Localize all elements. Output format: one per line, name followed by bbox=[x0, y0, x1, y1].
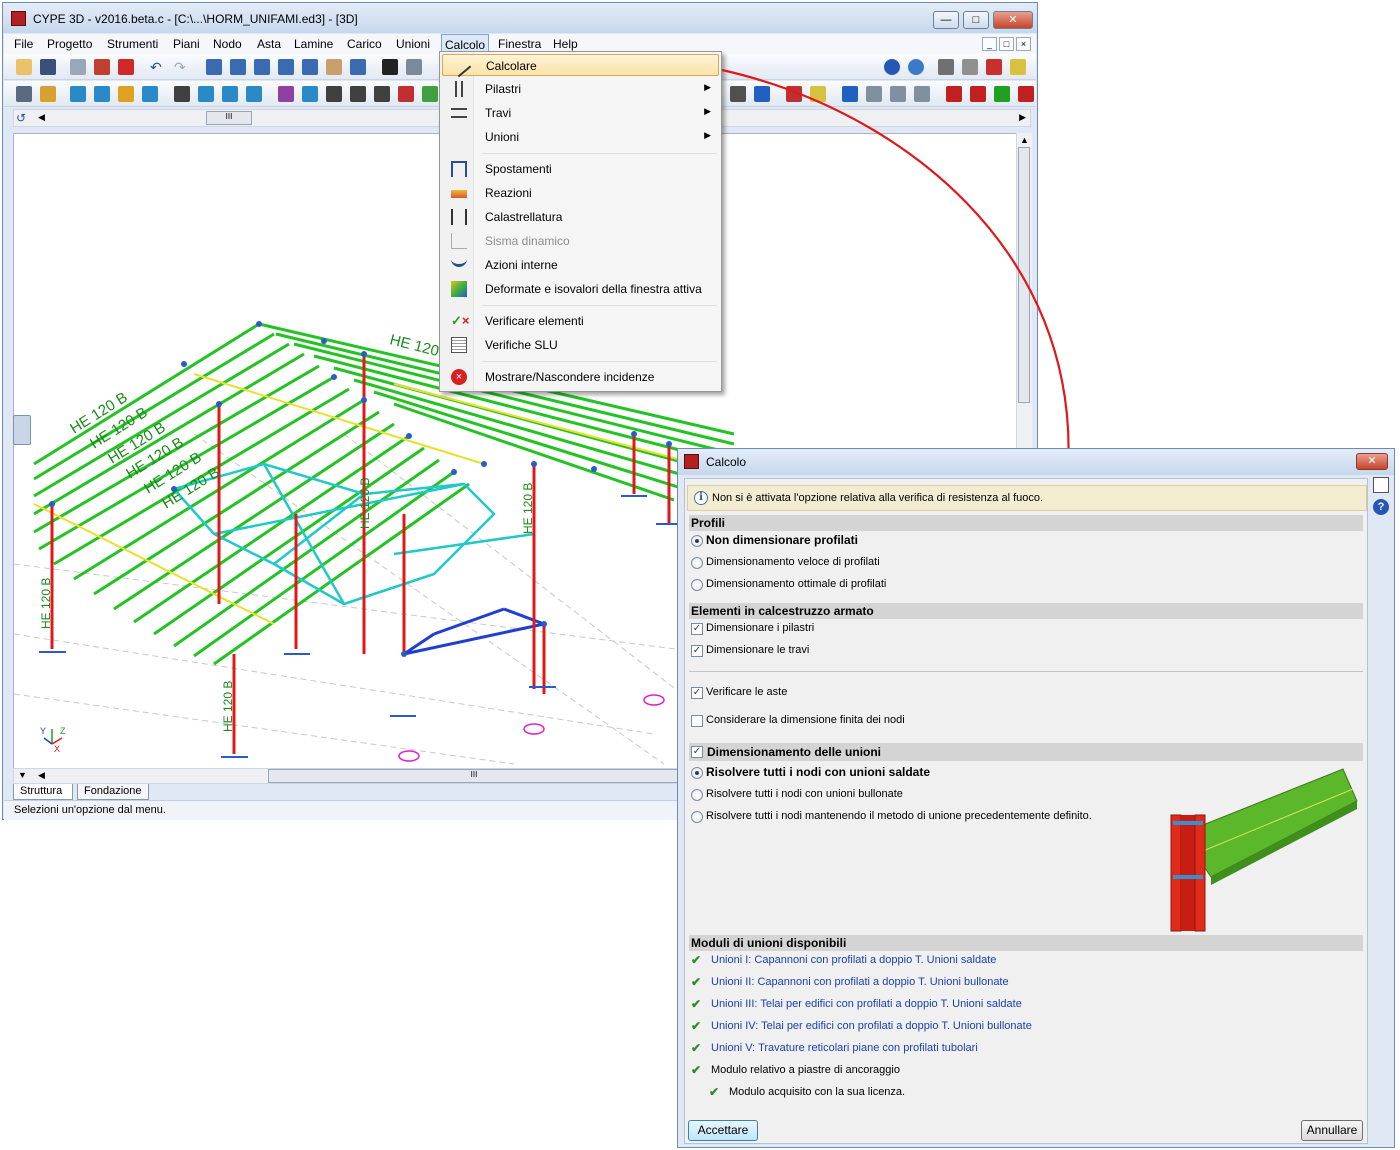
radio-button[interactable] bbox=[691, 767, 703, 779]
section-unioni[interactable]: ✓ Dimensionamento delle unioni bbox=[689, 743, 1363, 761]
manual-book-icon[interactable] bbox=[1373, 477, 1389, 493]
dialog-body: i Non si è attivata l'opzione relativa a… bbox=[684, 478, 1368, 1144]
checkmark-icon: ✔ bbox=[691, 1019, 702, 1033]
accept-button[interactable]: Accettare bbox=[688, 1120, 758, 1141]
cancel-button[interactable]: Annullare bbox=[1301, 1120, 1363, 1141]
info-icon: i bbox=[694, 491, 708, 505]
dialog-app-icon bbox=[684, 454, 699, 469]
checkmark-icon: ✔ bbox=[691, 975, 702, 989]
checkbox[interactable]: ✓ bbox=[691, 687, 703, 699]
dialog-close-button[interactable]: ✕ bbox=[1356, 453, 1388, 470]
checkmark-icon: ✔ bbox=[691, 997, 702, 1011]
calcolo-dialog: Calcolo ✕ ? i Non si è attivata l'opzion… bbox=[677, 448, 1395, 1148]
divider bbox=[689, 671, 1363, 672]
info-text: Non si è attivata l'opzione relativa all… bbox=[712, 492, 1044, 504]
help-icon[interactable]: ? bbox=[1373, 499, 1389, 515]
dialog-title: Calcolo bbox=[706, 455, 747, 469]
section-profili: Profili bbox=[689, 515, 1363, 531]
welded-joint-illustration bbox=[1170, 768, 1358, 932]
dialog-title-bar: Calcolo ✕ bbox=[678, 449, 1394, 475]
checkbox[interactable]: ✓ bbox=[691, 645, 703, 657]
checkmark-icon: ✔ bbox=[709, 1085, 720, 1099]
checkmark-icon: ✔ bbox=[691, 1063, 702, 1077]
checkmark-icon: ✔ bbox=[691, 1041, 702, 1055]
section-moduli: Moduli di unioni disponibili bbox=[689, 935, 1363, 951]
checkbox[interactable] bbox=[691, 715, 703, 727]
fire-resistance-info: i Non si è attivata l'opzione relativa a… bbox=[687, 485, 1367, 511]
checkbox[interactable]: ✓ bbox=[691, 623, 703, 635]
radio-button[interactable] bbox=[691, 535, 703, 547]
section-calcestruzzo: Elementi in calcestruzzo armato bbox=[689, 603, 1363, 619]
radio-button[interactable] bbox=[691, 811, 703, 823]
checkmark-icon: ✔ bbox=[691, 953, 702, 967]
radio-button[interactable] bbox=[691, 579, 703, 591]
radio-button[interactable] bbox=[691, 789, 703, 801]
radio-button[interactable] bbox=[691, 557, 703, 569]
checkbox[interactable]: ✓ bbox=[691, 746, 703, 758]
